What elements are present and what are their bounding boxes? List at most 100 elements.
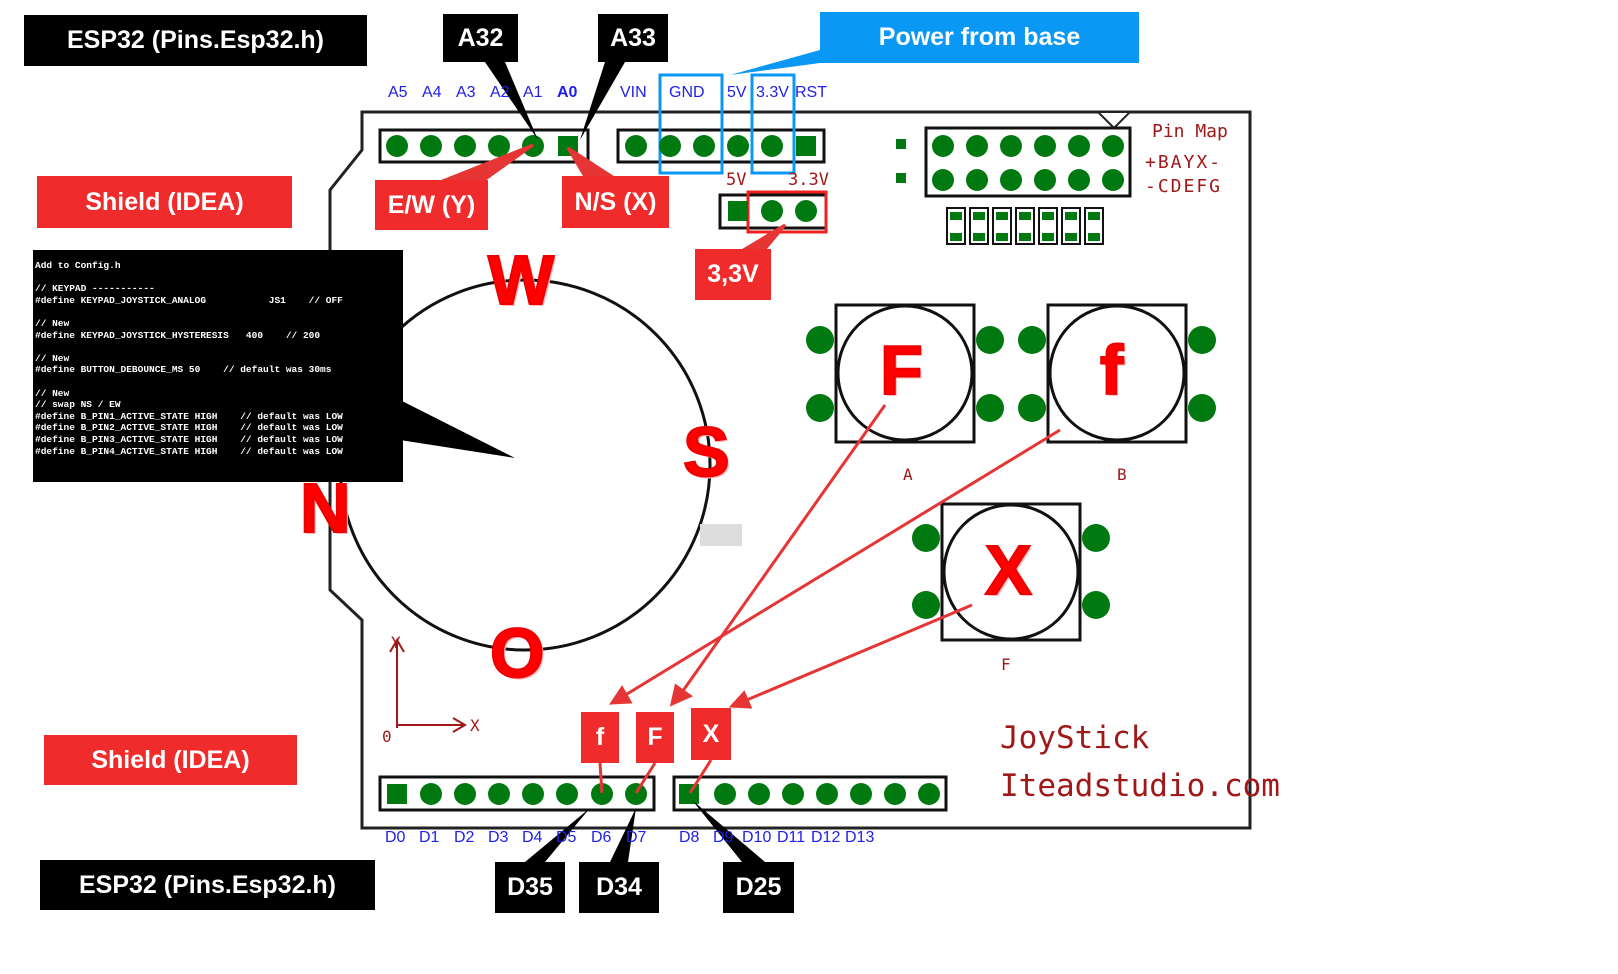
pin-hole — [659, 135, 681, 157]
pin-hole — [806, 326, 834, 354]
pin-hole — [932, 169, 954, 191]
pin-hole — [1034, 135, 1056, 157]
ew-label: E/W (Y) — [375, 180, 488, 230]
pin-hole — [976, 394, 1004, 422]
pin-hole — [795, 200, 817, 222]
pin-label-d3: D3 — [488, 829, 509, 846]
d25-label: D25 — [723, 862, 794, 913]
pin-hole — [1082, 524, 1110, 552]
pin-hole — [1034, 169, 1056, 191]
pin-hole — [714, 783, 736, 805]
pin-hole — [884, 783, 906, 805]
code-line: // KEYPAD ----------- — [35, 283, 155, 295]
pin-label-d6: D6 — [591, 829, 612, 846]
shield-label-bottom: Shield (IDEA) — [44, 735, 297, 785]
compass-n: N — [299, 468, 352, 548]
pin-hole — [625, 135, 647, 157]
pin-hole — [1000, 135, 1022, 157]
button-f-caption: F — [1001, 655, 1011, 674]
pin-hole — [806, 394, 834, 422]
compass-s: S — [682, 412, 731, 492]
jumper-label: 5V — [726, 170, 747, 190]
pin-hole — [386, 135, 408, 157]
pin-square — [387, 784, 407, 804]
code-line: // New — [35, 317, 70, 329]
axis-x: X — [470, 716, 480, 735]
pin-hole — [1102, 169, 1124, 191]
pin-square — [1042, 212, 1054, 220]
pin-hole — [1102, 135, 1124, 157]
pin-hole — [748, 783, 770, 805]
pin-hole — [488, 135, 510, 157]
d35-label: D35 — [495, 862, 565, 913]
pin-label-a4: A4 — [422, 84, 442, 101]
pin-square — [1088, 233, 1100, 241]
brand-joystick: JoyStick — [1000, 720, 1150, 756]
code-line: #define B_PIN2_ACTIVE_STATE HIGH // defa… — [35, 422, 343, 434]
pin-hole — [850, 783, 872, 805]
d34-label: D34 — [579, 862, 659, 913]
code-line: #define B_PIN4_ACTIVE_STATE HIGH // defa… — [35, 445, 343, 457]
pin-hole — [1018, 394, 1046, 422]
pin-hole — [918, 783, 940, 805]
code-line: #define KEYPAD_JOYSTICK_HYSTERESIS 400 /… — [35, 329, 321, 341]
pin-square — [973, 233, 985, 241]
pin-hole — [693, 135, 715, 157]
board-drawing — [328, 50, 1252, 862]
pinmap-row2: -CDEFG — [1145, 176, 1223, 197]
code-line: #define KEYPAD_JOYSTICK_ANALOG JS1 // OF… — [35, 294, 343, 306]
pin-square — [1065, 212, 1077, 220]
pin-hole — [420, 783, 442, 805]
pin-hole — [932, 135, 954, 157]
pin-hole — [488, 783, 510, 805]
compass-o: O — [489, 613, 545, 693]
3v3-label: 3,3V — [695, 249, 771, 300]
code-line: // swap NS / EW — [35, 399, 121, 411]
pin-hole — [727, 135, 749, 157]
jumper-label: 3.3V — [788, 170, 829, 190]
pin-label-d7: D7 — [626, 829, 647, 846]
pin-square — [996, 212, 1008, 220]
pin-square — [1019, 233, 1031, 241]
axis-origin: 0 — [382, 727, 392, 746]
pin-hole — [912, 591, 940, 619]
pin-hole — [761, 200, 783, 222]
pin-hole — [522, 783, 544, 805]
pin-square — [796, 136, 816, 156]
a33-label: A33 — [598, 14, 668, 62]
x-label: X — [691, 708, 731, 760]
pin-hole — [1068, 169, 1090, 191]
pin-square — [950, 212, 962, 220]
button-a-caption: A — [903, 465, 913, 484]
pin-label-d9: D9 — [713, 829, 734, 846]
pin-label-gnd: GND — [669, 84, 705, 101]
shield-label-top: Shield (IDEA) — [37, 176, 292, 228]
button-a-letter: F — [879, 330, 924, 410]
pin-hole — [1018, 326, 1046, 354]
pin-square — [896, 173, 906, 183]
pin-hole — [454, 783, 476, 805]
code-line: #define B_PIN1_ACTIVE_STATE HIGH // defa… — [35, 410, 343, 422]
button-b-caption: B — [1117, 465, 1127, 484]
code-line: Add to Config.h — [35, 260, 121, 271]
pin-label-a5: A5 — [388, 84, 408, 101]
pin-hole — [1000, 169, 1022, 191]
pin-hole — [625, 783, 647, 805]
ns-label: N/S (X) — [562, 176, 669, 228]
brand-itead: Iteadstudio.com — [1000, 768, 1280, 804]
power-from-base-label: Power from base — [820, 12, 1139, 63]
pin-label-a3: A3 — [456, 84, 476, 101]
pin-hole — [1188, 394, 1216, 422]
pin-hole — [1082, 591, 1110, 619]
pin-hole — [966, 169, 988, 191]
code-line: // New — [35, 352, 70, 364]
pin-hole — [912, 524, 940, 552]
a32-label: A32 — [443, 14, 518, 62]
f-big-label: F — [636, 712, 674, 763]
pin-square — [1065, 233, 1077, 241]
button-b-letter: f — [1099, 330, 1124, 410]
pin-hole — [1188, 326, 1216, 354]
